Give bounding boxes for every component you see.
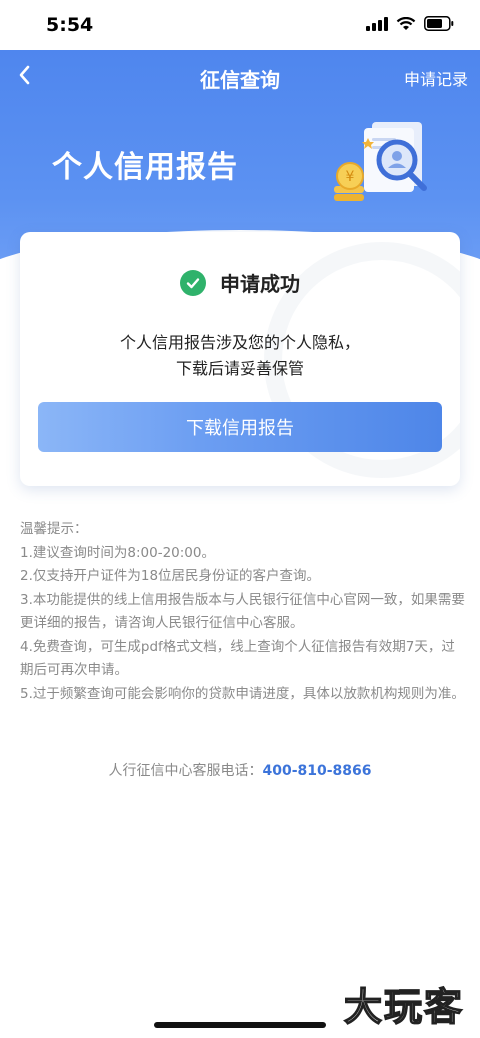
tip-item: 4.免费查询，可生成pdf格式文档，线上查询个人征信报告有效期7天，过期后可再次…: [20, 638, 455, 679]
battery-icon: [424, 16, 454, 31]
success-row: 申请成功: [20, 268, 460, 297]
home-indicator: [154, 1022, 326, 1028]
status-time: 5:54: [46, 14, 94, 36]
hero-title: 个人信用报告: [52, 150, 238, 185]
notice-line-1: 个人信用报告涉及您的个人隐私，: [119, 333, 360, 352]
check-circle-icon: [180, 269, 206, 296]
credit-report-illustration-icon: ¥: [334, 122, 427, 201]
tips-section: 温馨提示： 1.建议查询时间为8:00-20:00。 2.仅支持开户证件为18位…: [20, 518, 466, 706]
privacy-notice: 个人信用报告涉及您的个人隐私， 下载后请妥善保管: [20, 330, 460, 382]
hotline-phone-link[interactable]: 400-810-8866: [262, 763, 371, 779]
signal-icon: [366, 16, 388, 31]
tip-item: 2.仅支持开户证件为18位居民身份证的客户查询。: [20, 568, 321, 584]
hotline-label: 人行征信中心客服电话：: [108, 763, 263, 779]
download-report-button[interactable]: 下载信用报告: [38, 402, 442, 452]
svg-text:¥: ¥: [346, 169, 355, 185]
application-records-link[interactable]: 申请记录: [404, 66, 468, 90]
status-bar: 5:54: [0, 0, 480, 50]
page: 5:54 征信查询 申请记录 个人信用报告 ¥ 申请成功 个人信用报告涉及您的个…: [0, 0, 480, 1038]
notice-line-2: 下载后请妥善保管: [175, 359, 304, 378]
tips-heading: 温馨提示：: [20, 521, 88, 537]
status-icons: [366, 16, 454, 31]
brand-watermark: 大玩客: [343, 984, 464, 1030]
hero-banner: 征信查询 申请记录 个人信用报告 ¥: [0, 50, 480, 260]
hotline: 人行征信中心客服电话：400-810-8866: [0, 760, 480, 780]
tip-item: 3.本功能提供的线上信用报告版本与人民银行征信中心官网一致，如果需要更详细的报告…: [20, 591, 465, 632]
tip-item: 5.过于频繁查询可能会影响你的贷款申请进度，具体以放款机构规则为准。: [20, 685, 465, 702]
wifi-icon: [396, 16, 416, 30]
tip-item: 1.建议查询时间为8:00-20:00。: [20, 544, 215, 561]
success-text: 申请成功: [220, 272, 300, 296]
result-card: 申请成功 个人信用报告涉及您的个人隐私， 下载后请妥善保管 下载信用报告: [20, 232, 460, 486]
